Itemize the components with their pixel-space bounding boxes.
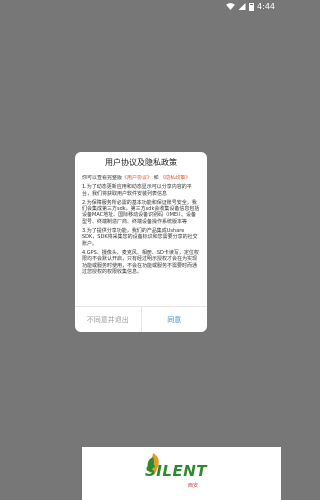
dialog-paragraph: 1.为了动态更新应用和动态显示可以分享内容的平台，我们将获取用户软件安装列表信息 (82, 184, 192, 197)
silent-watermark: SILENT 西安 (82, 447, 281, 500)
watermark-text: SILENT (145, 462, 207, 480)
dialog-paragraph: 3.为了提供分享功能，我们的产品集成Ushare SDK，SDK将采集您的设备标… (82, 228, 198, 247)
dialog-body[interactable]: 你可以查看完整版《用户协议》 和 《隐私政策》 1.为了动态更新应用和动态显示可… (82, 175, 200, 303)
and-text: 和 (153, 175, 159, 181)
watermark-subtext: 西安 (188, 483, 199, 489)
intro-text: 你可以查看完整版 (82, 175, 123, 181)
status-time: 4:44 (257, 2, 275, 11)
dialog-intro: 你可以查看完整版《用户协议》 和 《隐私政策》 (82, 175, 200, 181)
wifi-icon (226, 3, 235, 10)
privacy-dialog: 用户协议及隐私政策 你可以查看完整版《用户协议》 和 《隐私政策》 1.为了动态… (75, 152, 207, 332)
agree-button[interactable]: 同意 (142, 307, 208, 332)
user-agreement-link[interactable]: 《用户协议》 (122, 175, 152, 181)
battery-icon (249, 2, 255, 11)
dialog-footer: 不同意并退出 同意 (75, 306, 207, 332)
status-bar: 4:44 (0, 0, 281, 13)
dialog-title: 用户协议及隐私政策 (105, 158, 177, 167)
signal-icon (238, 3, 246, 10)
privacy-policy-link[interactable]: 《隐私政策》 (160, 175, 190, 181)
dialog-paragraph: 2.为保障服务所必需的基本功能和保证账号安全，我们会集成第三方sdk，第三方sd… (82, 199, 200, 225)
decline-exit-button[interactable]: 不同意并退出 (75, 307, 142, 332)
dialog-paragraph: 4.GPS、摄像头、麦克风、相册、SD卡读写，定位权限均不会默认开启，只有经过明… (82, 249, 199, 275)
